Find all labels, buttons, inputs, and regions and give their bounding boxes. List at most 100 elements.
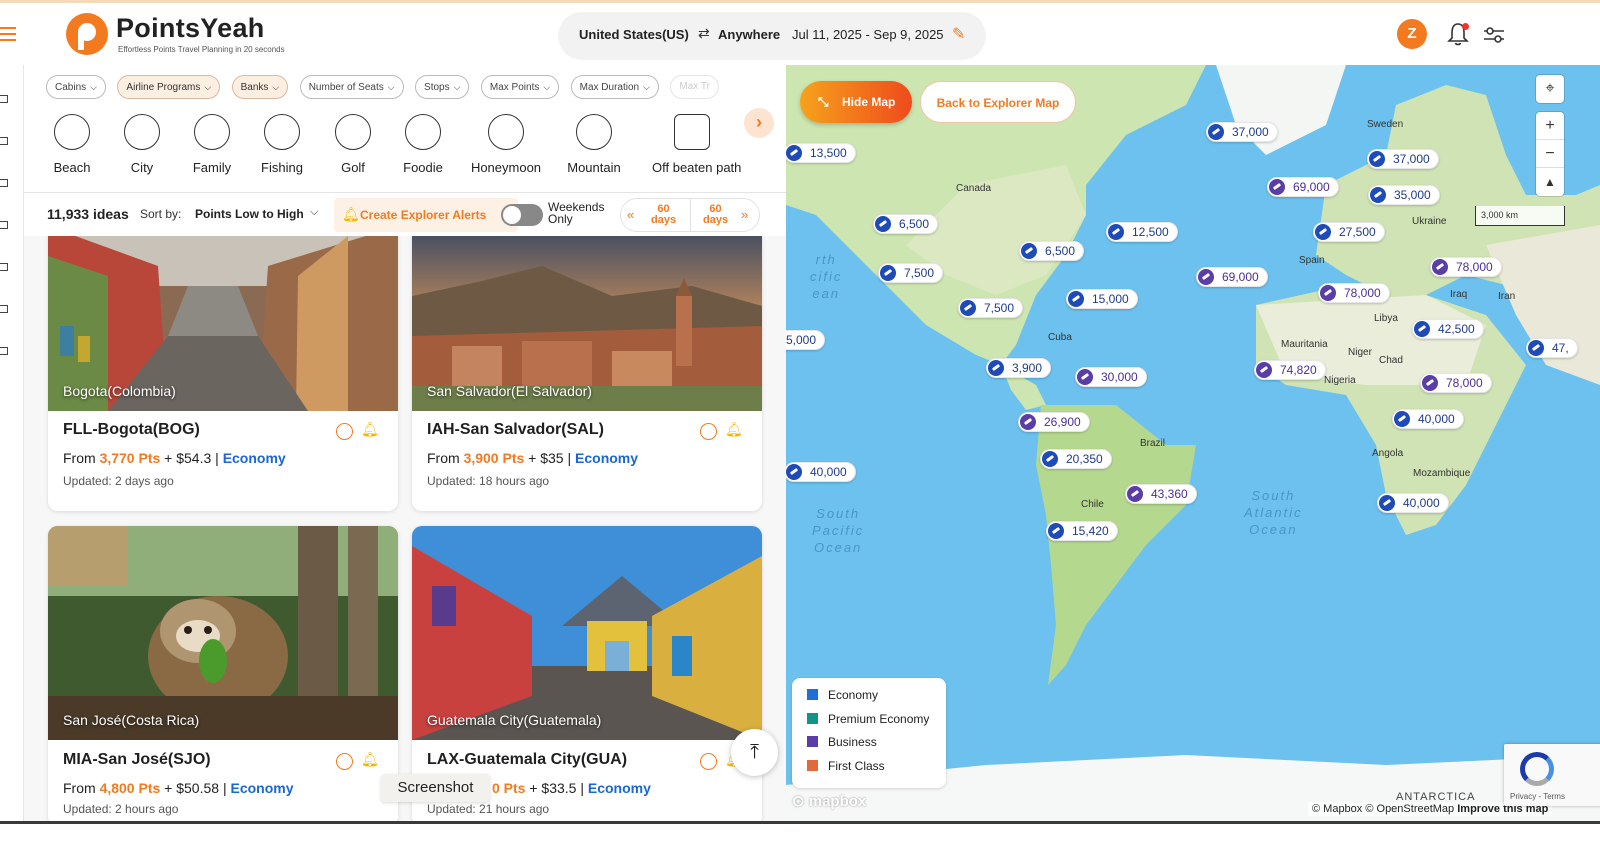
settings-sliders-icon[interactable] <box>1482 23 1506 47</box>
filter-max-points[interactable]: Max Points ⌵ <box>480 75 560 99</box>
back-to-explorer-map-button[interactable]: Back to Explorer Map <box>920 81 1076 123</box>
range-min[interactable]: 60 days <box>651 204 676 226</box>
category-city[interactable]: City <box>102 114 182 175</box>
range-increase-icon[interactable]: » <box>741 207 748 222</box>
category-next-arrow-icon[interactable]: › <box>744 108 774 138</box>
map-price-marker[interactable]: 7,500 <box>878 263 944 283</box>
sidebar-person-icon[interactable] <box>0 263 8 271</box>
map-price-marker[interactable]: 40,000 <box>1377 493 1449 513</box>
sidebar-doc-icon[interactable] <box>0 347 8 355</box>
range-max[interactable]: 60 days <box>703 204 728 226</box>
card-timer-icon[interactable] <box>336 423 353 440</box>
sidebar-globe-icon[interactable] <box>0 179 8 187</box>
brand-name[interactable]: PointsYeah <box>116 13 265 44</box>
filter-max-transfer[interactable]: Max Tr <box>670 75 719 99</box>
filter-banks[interactable]: Banks ⌵ <box>231 75 289 99</box>
zoom-out-icon[interactable]: − <box>1536 140 1564 168</box>
map-price-marker[interactable]: 43,360 <box>1125 484 1197 504</box>
card-timer-icon[interactable] <box>700 753 717 770</box>
duration-range-control[interactable]: « 60 days 60 days » <box>620 198 760 232</box>
filter-stops[interactable]: Stops ⌵ <box>415 75 470 99</box>
map-price-marker[interactable]: 5,000 <box>786 330 826 350</box>
recaptcha-badge[interactable]: Privacy - Terms <box>1504 744 1600 806</box>
map-price-marker[interactable]: 40,000 <box>1392 409 1464 429</box>
category-family[interactable]: Family <box>172 114 252 175</box>
category-off-beaten-path[interactable]: Off beaten path <box>652 114 741 175</box>
card-alert-bell-icon[interactable]: 🔔︎ <box>361 751 379 768</box>
filter-cabins[interactable]: Cabins ⌵ <box>46 75 106 99</box>
map-price-marker[interactable]: 74,820 <box>1254 360 1326 380</box>
card-price: From 3,900 Pts + $35 | Economy <box>427 450 639 466</box>
destination-card-list: Bogota(Colombia) FLL-Bogota(BOG) 🔔︎ From… <box>24 236 786 821</box>
map-price-marker[interactable]: 3,900 <box>986 358 1052 378</box>
map-price-marker[interactable]: 37,000 <box>1206 122 1278 142</box>
category-mountain[interactable]: Mountain <box>554 114 634 175</box>
swap-arrows-icon[interactable]: ⇄ <box>698 25 710 42</box>
scroll-to-top-button[interactable]: ⤒ <box>731 729 778 776</box>
zoom-in-icon[interactable]: + <box>1536 112 1564 140</box>
filter-airline-programs[interactable]: Airline Programs ⌵ <box>117 75 221 99</box>
map-price-marker[interactable]: 27,500 <box>1313 222 1385 242</box>
explorer-map[interactable]: rth cific ean South Pacific Ocean South … <box>786 65 1600 821</box>
destination-card[interactable]: San José(Costa Rica) MIA-San José(SJO) 🔔… <box>48 526 398 821</box>
map-price-marker[interactable]: 7,500 <box>958 298 1024 318</box>
weekends-only-toggle[interactable] <box>501 204 543 226</box>
map-price-marker[interactable]: 47, <box>1526 338 1578 358</box>
map-price-marker[interactable]: 35,000 <box>1368 185 1440 205</box>
map-price-marker[interactable]: 78,000 <box>1420 373 1492 393</box>
origin-value[interactable]: United States(US) <box>579 27 689 42</box>
destination-card[interactable]: San Salvador(El Salvador) IAH-San Salvad… <box>412 236 762 511</box>
map-path-icon <box>674 114 710 150</box>
zoom-control-group: + − ▲ <box>1536 112 1564 196</box>
trip-search-bar[interactable]: United States(US) ⇄ Anywhere Jul 11, 202… <box>558 12 986 60</box>
edit-pencil-icon[interactable]: ✎ <box>952 24 965 44</box>
map-price-marker[interactable]: 6,500 <box>873 214 939 234</box>
map-price-marker[interactable]: 26,900 <box>1018 412 1090 432</box>
card-alert-bell-icon[interactable]: 🔔︎ <box>361 421 379 438</box>
map-price-marker[interactable]: 13,500 <box>786 143 856 163</box>
card-updated: Updated: 18 hours ago <box>427 474 550 488</box>
range-decrease-icon[interactable]: « <box>627 207 634 222</box>
map-price-marker[interactable]: 78,000 <box>1430 257 1502 277</box>
map-price-marker[interactable]: 78,000 <box>1318 283 1390 303</box>
sidebar-hotel-icon[interactable] <box>0 137 8 145</box>
map-price-marker[interactable]: 40,000 <box>786 462 856 482</box>
sidebar-plane-icon[interactable] <box>0 95 8 103</box>
filter-max-duration[interactable]: Max Duration ⌵ <box>570 75 659 99</box>
mapbox-logo[interactable]: ⊙ mapbox <box>792 792 866 810</box>
map-price-marker[interactable]: 42,500 <box>1412 319 1484 339</box>
category-fishing[interactable]: Fishing <box>242 114 322 175</box>
category-beach[interactable]: Beach <box>32 114 112 175</box>
compass-icon[interactable]: ▲ <box>1536 168 1564 196</box>
sort-chevron-icon[interactable]: ⌵ <box>310 206 318 219</box>
card-timer-icon[interactable] <box>700 423 717 440</box>
map-label-spain: Spain <box>1299 255 1325 266</box>
map-price-marker[interactable]: 37,000 <box>1367 149 1439 169</box>
map-price-marker[interactable]: 69,000 <box>1196 267 1268 287</box>
sidebar-route-icon[interactable] <box>0 305 8 313</box>
destination-value[interactable]: Anywhere <box>718 27 780 42</box>
category-golf[interactable]: Golf <box>313 114 393 175</box>
geolocate-icon[interactable]: ⌖ <box>1536 75 1564 103</box>
sort-dropdown[interactable]: Points Low to High <box>195 207 304 221</box>
map-price-marker[interactable]: 15,420 <box>1046 521 1118 541</box>
map-price-marker[interactable]: 20,350 <box>1040 449 1112 469</box>
card-alert-bell-icon[interactable]: 🔔︎ <box>725 421 743 438</box>
create-alerts-button[interactable]: 🔔︎ Create Explorer Alerts <box>334 198 518 232</box>
destination-card[interactable]: Bogota(Colombia) FLL-Bogota(BOG) 🔔︎ From… <box>48 236 398 511</box>
date-range-value[interactable]: Jul 11, 2025 - Sep 9, 2025 <box>792 27 944 42</box>
sidebar-card-icon[interactable] <box>0 221 8 229</box>
pointsyeah-logo-icon[interactable] <box>66 13 108 55</box>
user-avatar[interactable]: Z <box>1397 19 1427 49</box>
card-timer-icon[interactable] <box>336 753 353 770</box>
category-foodie[interactable]: Foodie <box>383 114 463 175</box>
hide-map-button[interactable]: ⤡ Hide Map <box>800 81 912 123</box>
hamburger-menu-icon[interactable] <box>0 27 18 43</box>
map-price-marker[interactable]: 69,000 <box>1267 177 1339 197</box>
filter-number-of-seats[interactable]: Number of Seats ⌵ <box>299 75 404 99</box>
map-price-marker[interactable]: 15,000 <box>1066 289 1138 309</box>
map-price-marker[interactable]: 12,500 <box>1106 222 1178 242</box>
map-price-marker[interactable]: 30,000 <box>1075 367 1147 387</box>
map-price-marker[interactable]: 6,500 <box>1019 241 1085 261</box>
category-honeymoon[interactable]: Honeymoon <box>466 114 546 175</box>
